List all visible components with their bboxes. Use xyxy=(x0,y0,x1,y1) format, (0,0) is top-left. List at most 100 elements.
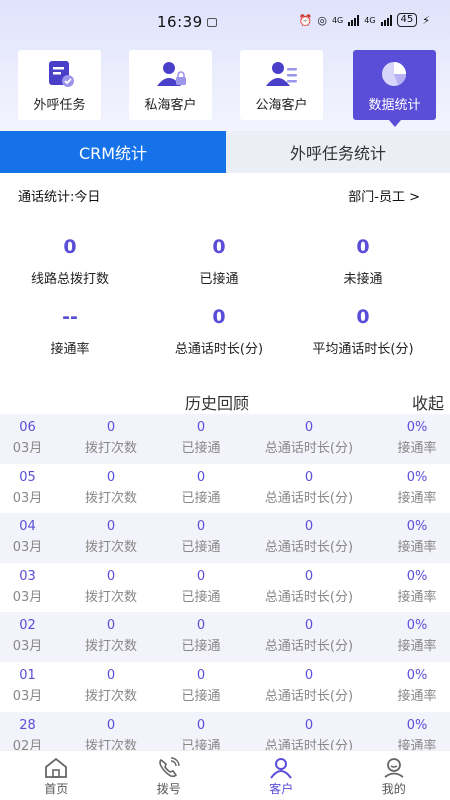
history-column-label: 接通率 xyxy=(397,589,437,605)
history-value-connected: 0 xyxy=(196,667,206,683)
history-value-duration: 0 xyxy=(304,469,314,485)
history-value-rate: 0% xyxy=(406,519,428,535)
department-employee-filter[interactable]: 部门-员工 > xyxy=(348,186,420,205)
history-cell-rate: 0% 接通率 xyxy=(372,718,450,754)
table-row: 05 03月 0 拨打次数 0 已接通 0 总通话时长(分) 0% 接通率 xyxy=(0,464,450,514)
history-value-duration: 0 xyxy=(304,519,314,535)
history-value-calls: 0 xyxy=(106,519,116,535)
history-column-label: 已接通 xyxy=(181,688,221,704)
quick-tab-data-stats[interactable]: 数据统计 xyxy=(353,50,436,127)
history-cell-duration: 0 总通话时长(分) xyxy=(246,470,372,506)
history-value-rate: 0% xyxy=(406,420,428,435)
history-month: 03月 xyxy=(12,688,43,704)
metric-value: 0 xyxy=(212,306,226,328)
history-cell-duration: 0 总通话时长(分) xyxy=(246,420,372,456)
history-value-calls: 0 xyxy=(106,667,116,683)
screen-record-icon xyxy=(206,18,217,27)
metric-not-connected: 0 未接通 xyxy=(288,236,438,287)
nav-label: 我的 xyxy=(381,782,406,796)
history-month: 03月 xyxy=(12,589,43,605)
history-value-duration: 0 xyxy=(304,717,314,733)
history-value-calls: 0 xyxy=(106,420,116,435)
metric-label: 线路总拨打数 xyxy=(30,272,109,287)
history-value-date: 03 xyxy=(19,568,36,584)
history-cell-calls: 0 拨打次数 xyxy=(66,470,156,506)
nav-label: 客户 xyxy=(269,782,294,796)
metric-value: 0 xyxy=(356,306,370,328)
alarm-icon: ⏰ xyxy=(298,13,313,27)
history-cell-date: 02 03月 xyxy=(0,618,55,654)
history-value-duration: 0 xyxy=(304,667,314,683)
history-value-date: 01 xyxy=(19,667,36,683)
nav-dial[interactable]: 拨号 xyxy=(113,751,226,800)
history-value-connected: 0 xyxy=(196,519,206,535)
history-value-calls: 0 xyxy=(106,469,116,485)
quick-tab-public-customer[interactable]: 公海客户 xyxy=(240,50,323,120)
metric-value: -- xyxy=(62,306,78,328)
history-value-calls: 0 xyxy=(106,568,116,584)
nav-home[interactable]: 首页 xyxy=(0,751,113,800)
history-value-calls: 0 xyxy=(106,717,116,733)
metric-value: 0 xyxy=(212,236,226,258)
history-cell-connected: 0 已接通 xyxy=(156,569,246,605)
metric-value: 0 xyxy=(356,236,370,258)
history-value-rate: 0% xyxy=(406,618,428,634)
quick-tab-outbound-task[interactable]: 外呼任务 xyxy=(18,50,101,120)
home-icon xyxy=(45,757,68,778)
metric-label: 总通话时长(分) xyxy=(174,342,264,357)
tab-crm-stats[interactable]: CRM统计 xyxy=(0,131,226,173)
table-row: 03 03月 0 拨打次数 0 已接通 0 总通话时长(分) 0% 接通率 xyxy=(0,563,450,613)
table-row: 06 03月 0 拨打次数 0 已接通 0 总通话时长(分) 0% 接通率 xyxy=(0,414,450,464)
history-column-label: 接通率 xyxy=(397,490,437,506)
table-row: 02 03月 0 拨打次数 0 已接通 0 总通话时长(分) 0% 接通率 xyxy=(0,612,450,662)
history-cell-connected: 0 已接通 xyxy=(156,718,246,754)
history-column-label: 拨打次数 xyxy=(84,441,137,456)
history-cell-date: 28 02月 xyxy=(0,718,55,754)
quick-tabs: 外呼任务 私海客户 公海客户 数据统计 xyxy=(18,50,436,127)
charging-icon: ⚡ xyxy=(422,13,430,27)
history-value-duration: 0 xyxy=(304,420,314,435)
history-column-label: 总通话时长(分) xyxy=(264,441,354,456)
quick-tab-private-customer[interactable]: 私海客户 xyxy=(129,50,212,120)
history-header: 历史回顾 收起 xyxy=(0,388,450,414)
history-value-connected: 0 xyxy=(196,717,206,733)
history-cell-duration: 0 总通话时长(分) xyxy=(246,569,372,605)
history-month: 03月 xyxy=(12,540,43,556)
history-month: 03月 xyxy=(12,639,43,655)
history-column-label: 已接通 xyxy=(181,540,221,556)
history-cell-rate: 0% 接通率 xyxy=(372,420,450,456)
history-value-date: 06 xyxy=(19,420,36,435)
history-column-label: 已接通 xyxy=(181,441,221,456)
public-customer-icon xyxy=(265,62,297,86)
signal-icon-1 xyxy=(348,14,360,26)
nav-customer[interactable]: 客户 xyxy=(225,751,338,800)
tab-outbound-task-stats[interactable]: 外呼任务统计 xyxy=(226,131,450,173)
status-icons: ⏰ ◎ 4G 4G 45 ⚡ xyxy=(299,13,430,27)
table-row: 04 03月 0 拨打次数 0 已接通 0 总通话时长(分) 0% 接通率 xyxy=(0,513,450,563)
history-value-calls: 0 xyxy=(106,618,116,634)
network-type-1: 4G xyxy=(331,15,344,25)
metric-average-duration: 0 平均通话时长(分) xyxy=(288,306,438,357)
history-column-label: 接通率 xyxy=(397,688,437,704)
metric-label: 未接通 xyxy=(343,272,383,287)
history-column-label: 接通率 xyxy=(397,441,437,456)
metric-label: 平均通话时长(分) xyxy=(312,342,414,357)
collapse-button[interactable]: 收起 xyxy=(412,390,444,414)
history-cell-connected: 0 已接通 xyxy=(156,420,246,456)
history-cell-rate: 0% 接通率 xyxy=(372,569,450,605)
history-value-date: 05 xyxy=(19,469,36,485)
quick-tab-label: 公海客户 xyxy=(255,98,308,113)
history-cell-rate: 0% 接通率 xyxy=(372,470,450,506)
history-value-date: 02 xyxy=(19,618,36,634)
history-column-label: 拨打次数 xyxy=(84,589,137,605)
history-value-duration: 0 xyxy=(304,568,314,584)
history-month: 03月 xyxy=(12,490,43,506)
metric-total-dials: 0 线路总拨打数 xyxy=(0,236,145,287)
history-value-connected: 0 xyxy=(196,420,206,435)
metric-connected: 0 已接通 xyxy=(144,236,294,287)
call-stats-period-label: 通话统计:今日 xyxy=(18,190,101,205)
quick-tab-label: 私海客户 xyxy=(144,98,197,113)
history-column-label: 接通率 xyxy=(397,639,437,655)
quick-tab-label: 外呼任务 xyxy=(33,98,86,113)
nav-profile[interactable]: 我的 xyxy=(338,751,450,800)
